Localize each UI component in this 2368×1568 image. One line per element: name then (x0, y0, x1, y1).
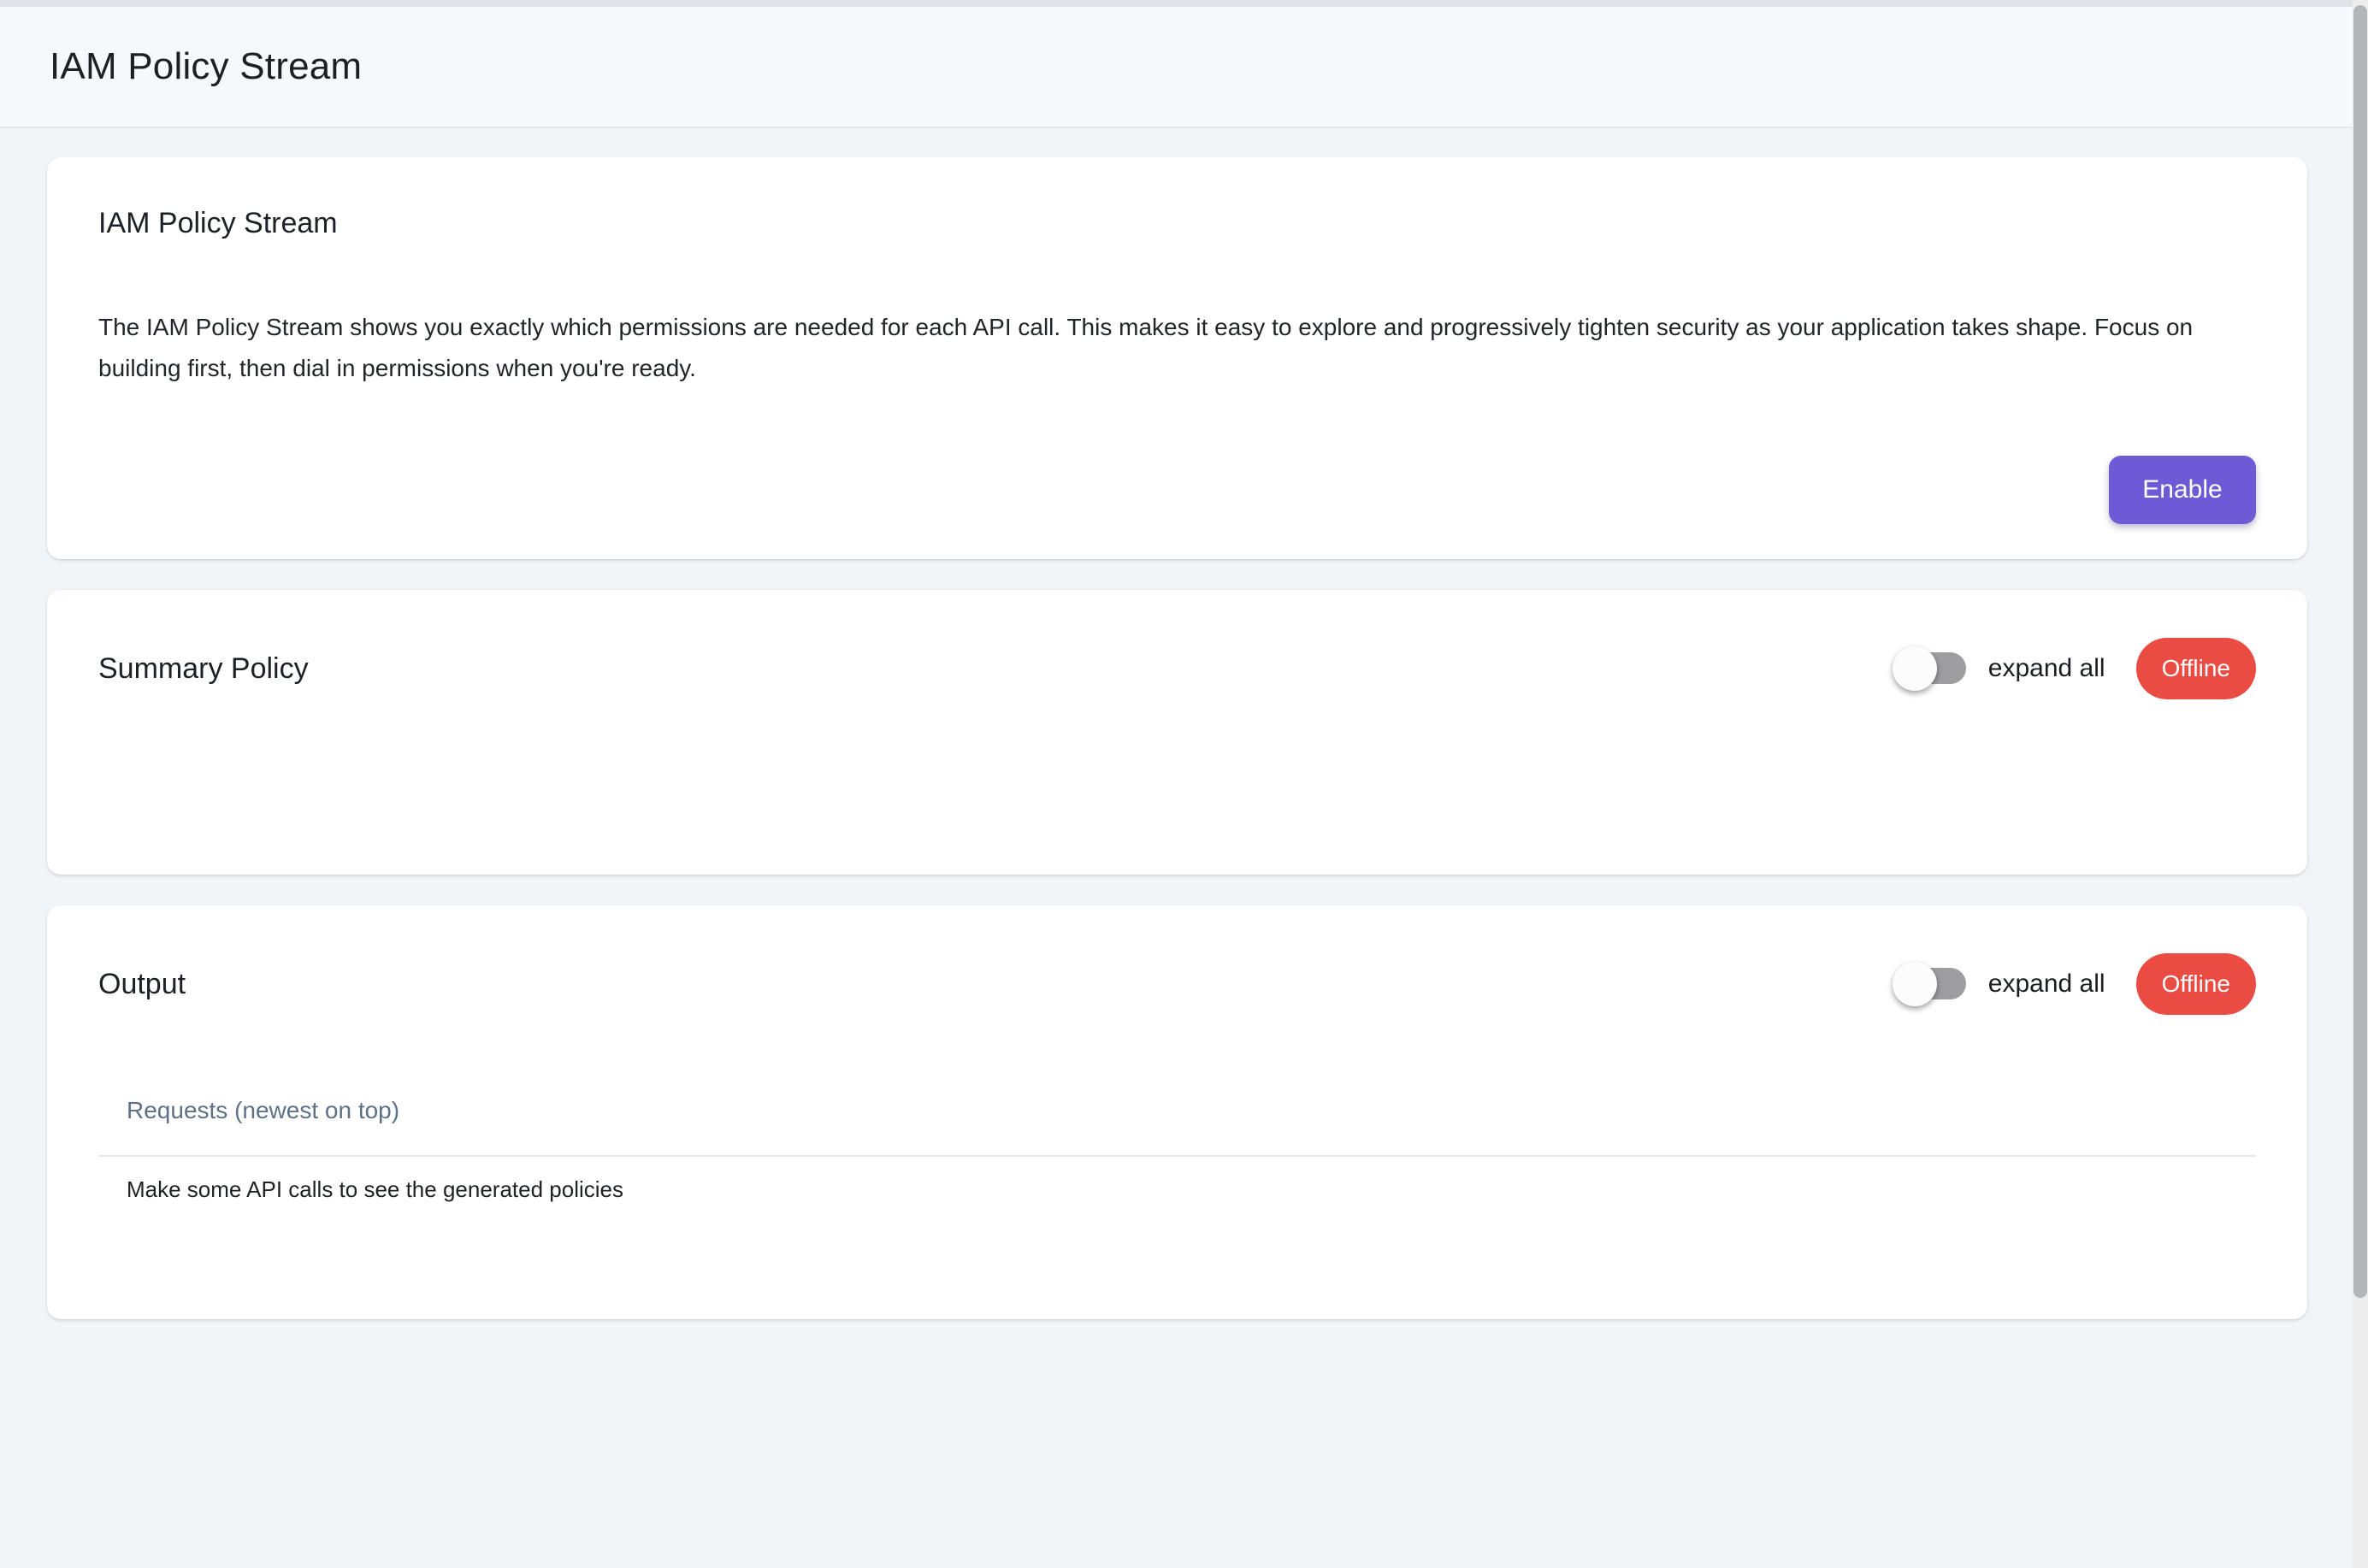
vertical-scrollbar-track[interactable] (2353, 0, 2368, 1568)
summary-expand-all-label: expand all (1988, 654, 2105, 683)
output-expand-all-toggle[interactable] (1893, 962, 1966, 1006)
output-title: Output (98, 968, 186, 1001)
summary-policy-card: Summary Policy expand all Offline (47, 590, 2307, 875)
intro-card: IAM Policy Stream The IAM Policy Stream … (47, 157, 2307, 559)
page-title: IAM Policy Stream (50, 45, 362, 88)
output-expand-all-label: expand all (1988, 970, 2105, 999)
summary-status-badge: Offline (2136, 638, 2256, 699)
vertical-scrollbar-thumb[interactable] (2353, 5, 2367, 1298)
requests-section: Requests (newest on top) Make some API c… (98, 1097, 2256, 1203)
requests-divider (98, 1155, 2256, 1157)
requests-empty-message: Make some API calls to see the generated… (98, 1176, 2256, 1203)
summary-expand-all-toggle[interactable] (1893, 646, 1966, 691)
intro-card-description: The IAM Policy Stream shows you exactly … (98, 307, 2236, 389)
enable-button[interactable]: Enable (2109, 456, 2256, 524)
output-status-badge: Offline (2136, 953, 2256, 1015)
main-content: IAM Policy Stream The IAM Policy Stream … (0, 128, 2368, 1319)
intro-card-title: IAM Policy Stream (98, 207, 2256, 240)
toggle-knob (1893, 646, 1937, 691)
requests-section-title: Requests (newest on top) (98, 1097, 2256, 1124)
toggle-knob (1893, 962, 1937, 1006)
intro-card-actions: Enable (98, 456, 2256, 524)
summary-policy-title: Summary Policy (98, 652, 309, 686)
page-header: IAM Policy Stream (0, 7, 2368, 128)
output-header-row: Output expand all Offline (98, 953, 2256, 1015)
summary-policy-header-row: Summary Policy expand all Offline (98, 638, 2256, 699)
output-card: Output expand all Offline Requests (newe… (47, 905, 2307, 1319)
window-top-strip (0, 0, 2368, 7)
